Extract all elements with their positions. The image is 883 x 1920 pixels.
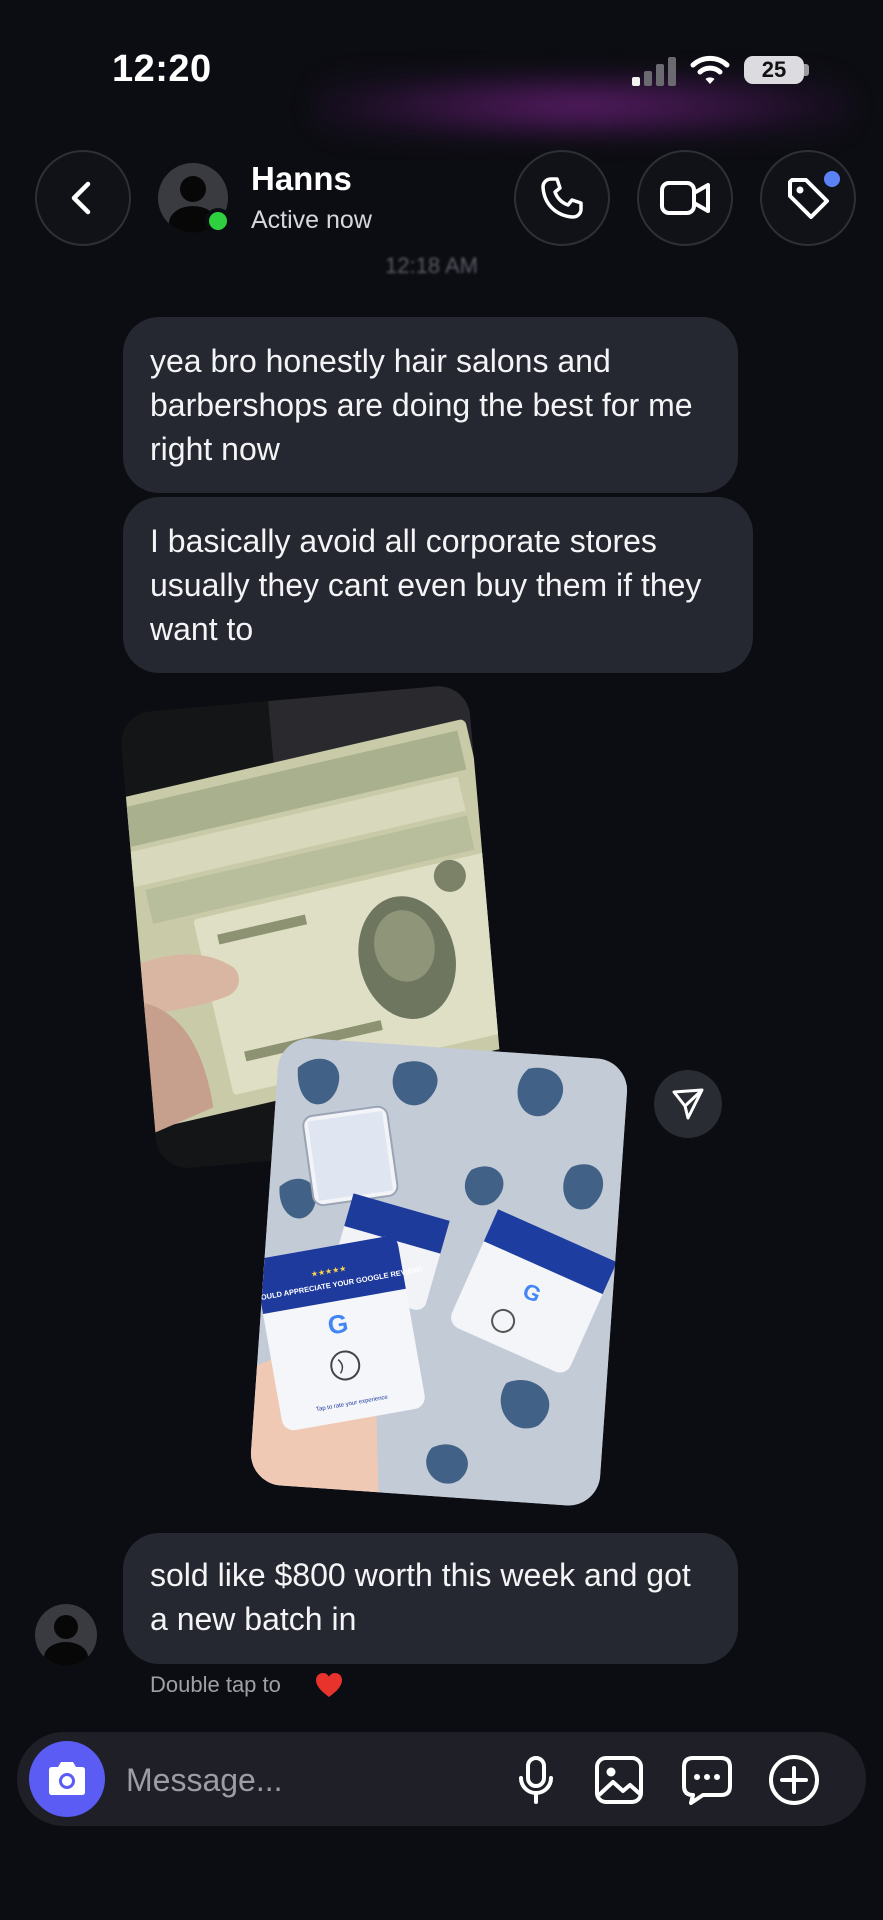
message-bubble[interactable]: sold like $800 worth this week and got a… bbox=[123, 1533, 738, 1664]
status-time: 12:20 bbox=[112, 48, 212, 90]
cellular-signal-icon bbox=[632, 56, 676, 86]
microphone-button[interactable] bbox=[508, 1752, 564, 1808]
reaction-hint: Double tap to bbox=[150, 1672, 281, 1697]
tag-button[interactable] bbox=[760, 150, 856, 246]
wifi-icon bbox=[690, 52, 730, 86]
sender-avatar[interactable] bbox=[35, 1604, 97, 1666]
image-icon bbox=[595, 1756, 643, 1804]
message-bubble[interactable]: I basically avoid all corporate stores u… bbox=[123, 497, 753, 673]
sticker-button[interactable] bbox=[679, 1752, 735, 1808]
review-cards-photo[interactable]: G ★★★★★ WE WOULD APPRECIATE YOUR GOOGLE … bbox=[248, 1036, 630, 1508]
heart-icon bbox=[315, 1672, 343, 1698]
microphone-icon bbox=[519, 1756, 553, 1804]
notification-dot bbox=[824, 171, 840, 187]
plus-circle-icon bbox=[769, 1755, 819, 1805]
back-button[interactable] bbox=[35, 150, 131, 246]
message-timestamp: 12:18 AM bbox=[385, 253, 478, 278]
video-call-button[interactable] bbox=[637, 150, 733, 246]
phone-icon bbox=[541, 177, 583, 219]
online-status-dot bbox=[205, 208, 231, 234]
battery-nub bbox=[804, 64, 809, 76]
add-button[interactable] bbox=[766, 1752, 822, 1808]
send-icon bbox=[672, 1088, 704, 1120]
chevron-left-icon bbox=[71, 181, 91, 215]
battery-indicator: 25 bbox=[744, 56, 804, 84]
message-text: I basically avoid all corporate stores u… bbox=[150, 523, 702, 647]
chat-bubble-icon bbox=[682, 1756, 732, 1805]
camera-button[interactable] bbox=[29, 1741, 105, 1817]
call-button[interactable] bbox=[514, 150, 610, 246]
contact-name[interactable]: Hanns bbox=[251, 160, 352, 198]
gallery-button[interactable] bbox=[591, 1752, 647, 1808]
message-input[interactable] bbox=[124, 1752, 508, 1808]
share-button[interactable] bbox=[654, 1070, 722, 1138]
message-text: yea bro honestly hair salons and barbers… bbox=[150, 343, 693, 467]
contact-status: Active now bbox=[251, 206, 372, 234]
camera-icon bbox=[49, 1762, 85, 1795]
message-text: sold like $800 worth this week and got a… bbox=[150, 1557, 691, 1637]
video-camera-icon bbox=[660, 181, 710, 215]
message-bubble[interactable]: yea bro honestly hair salons and barbers… bbox=[123, 317, 738, 493]
